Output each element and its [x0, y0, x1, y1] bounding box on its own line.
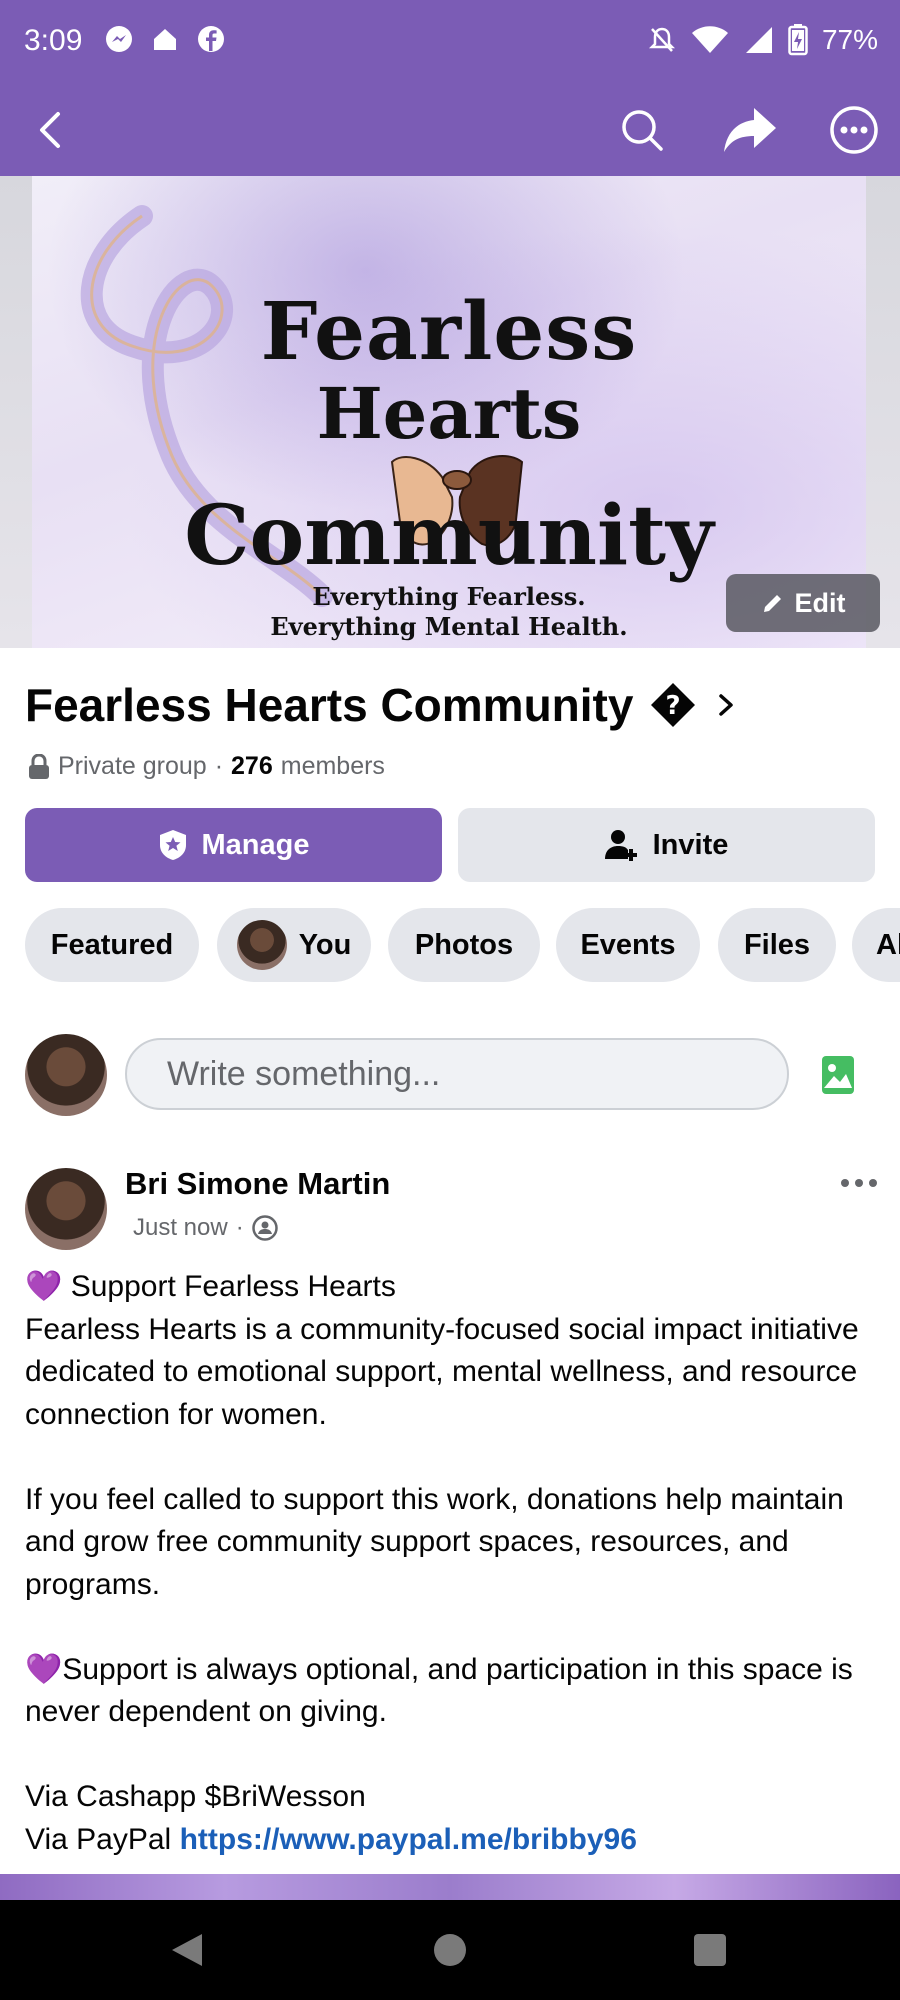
chip-label: Events	[580, 928, 676, 961]
post-more-icon[interactable]	[836, 1160, 882, 1206]
group-title[interactable]: Fearless Hearts Community ?	[25, 678, 739, 732]
chip-files[interactable]: Files	[718, 908, 836, 982]
chip-label: Al	[876, 928, 900, 961]
status-time: 3:09	[24, 24, 83, 57]
group-tabs: Featured You Photos Events Files Al	[25, 908, 900, 982]
edit-cover-button[interactable]: Edit	[726, 574, 880, 632]
chip-label: You	[298, 928, 352, 961]
nav-back-icon[interactable]	[170, 1932, 204, 1968]
edit-label: Edit	[794, 587, 846, 618]
post-author[interactable]: Bri Simone Martin	[125, 1166, 390, 1202]
post-heading: Support Fearless Hearts	[70, 1270, 396, 1303]
chip-albums[interactable]: Al	[852, 908, 900, 982]
manage-label: Manage	[201, 828, 310, 861]
post-author-avatar[interactable]	[25, 1168, 107, 1250]
more-options-icon[interactable]	[828, 104, 880, 156]
status-bar: 3:09 77%	[0, 0, 900, 84]
post-heading-line: 💜 Support Fearless Hearts	[25, 1266, 875, 1309]
cover-title-line3: Community	[184, 488, 714, 584]
status-notification-icons	[104, 24, 226, 54]
member-count: 276	[231, 752, 273, 780]
system-nav-bar	[0, 1900, 900, 2000]
post-paragraph-3-line: 💜Support is always optional, and partici…	[25, 1649, 875, 1734]
chip-you[interactable]: You	[217, 908, 371, 982]
nav-home-icon[interactable]	[434, 1934, 466, 1966]
photo-icon[interactable]	[820, 1054, 856, 1096]
nav-recents-icon[interactable]	[694, 1934, 726, 1966]
avatar	[236, 920, 287, 970]
svg-text:?: ?	[666, 691, 681, 721]
post-paypal-line: Via PayPal https://www.paypal.me/bribby9…	[25, 1819, 875, 1862]
chip-label: Files	[743, 928, 811, 961]
post-paragraph-3: Support is always optional, and particip…	[25, 1652, 853, 1729]
back-icon[interactable]	[28, 106, 76, 154]
meta-separator: ·	[235, 1214, 244, 1241]
chip-events[interactable]: Events	[556, 908, 700, 982]
meta-separator: ·	[214, 752, 224, 780]
signal-icon	[745, 27, 772, 53]
chip-label: Photos	[414, 928, 514, 961]
post-time[interactable]: Just now	[133, 1214, 228, 1242]
members-label[interactable]: members	[281, 752, 385, 781]
messenger-icon	[106, 26, 132, 52]
composer-avatar[interactable]	[25, 1034, 107, 1116]
status-system-icons: 77%	[648, 24, 878, 56]
paypal-prefix: Via PayPal	[25, 1822, 172, 1856]
paypal-link[interactable]: https://www.paypal.me/bribby96	[180, 1823, 637, 1856]
heart-emoji-icon: 💜	[25, 1652, 63, 1686]
group-privacy: Private group	[58, 752, 207, 780]
post-cashapp: Via Cashapp $BriWesson	[25, 1780, 366, 1813]
post-paragraph-2: If you feel called to support this work,…	[25, 1482, 844, 1601]
post-image-preview[interactable]	[0, 1874, 900, 1900]
pencil-icon	[763, 595, 781, 612]
share-icon[interactable]	[722, 104, 778, 156]
composer-placeholder: Write something...	[167, 1054, 441, 1093]
bell-off-icon	[648, 27, 675, 52]
unknown-glyph-icon: ?	[651, 683, 696, 727]
chip-photos[interactable]: Photos	[388, 908, 540, 982]
chevron-right-icon	[719, 694, 734, 716]
search-icon[interactable]	[618, 106, 666, 154]
add-person-icon	[604, 830, 637, 861]
shield-star-icon	[159, 830, 186, 860]
battery-percent: 77%	[821, 24, 878, 55]
home-icon	[154, 29, 176, 50]
lock-icon	[29, 753, 49, 779]
group-name: Fearless Hearts Community	[25, 679, 634, 731]
post-meta: Just now ·	[133, 1214, 278, 1242]
write-something-input[interactable]: Write something...	[125, 1038, 789, 1110]
manage-button[interactable]: Manage	[25, 808, 442, 882]
post-body: 💜 Support Fearless Hearts Fearless Heart…	[25, 1266, 875, 1861]
invite-button[interactable]: Invite	[458, 808, 875, 882]
group-audience-icon	[251, 1215, 278, 1241]
invite-label: Invite	[652, 828, 729, 861]
heart-emoji-icon: 💜	[25, 1270, 63, 1303]
group-cover-photo[interactable]: Fearless Hearts Community Everything Fea…	[0, 176, 900, 648]
chip-label: Featured	[50, 928, 174, 961]
wifi-icon	[691, 26, 728, 53]
battery-icon	[788, 24, 808, 56]
facebook-icon	[198, 26, 224, 52]
cover-title-line1: Fearless	[260, 284, 638, 378]
app-bar	[0, 84, 900, 176]
group-meta: Private group · 276 members	[28, 752, 385, 781]
chip-featured[interactable]: Featured	[25, 908, 199, 982]
post-paragraph-1: Fearless Hearts is a community-focused s…	[25, 1312, 859, 1431]
